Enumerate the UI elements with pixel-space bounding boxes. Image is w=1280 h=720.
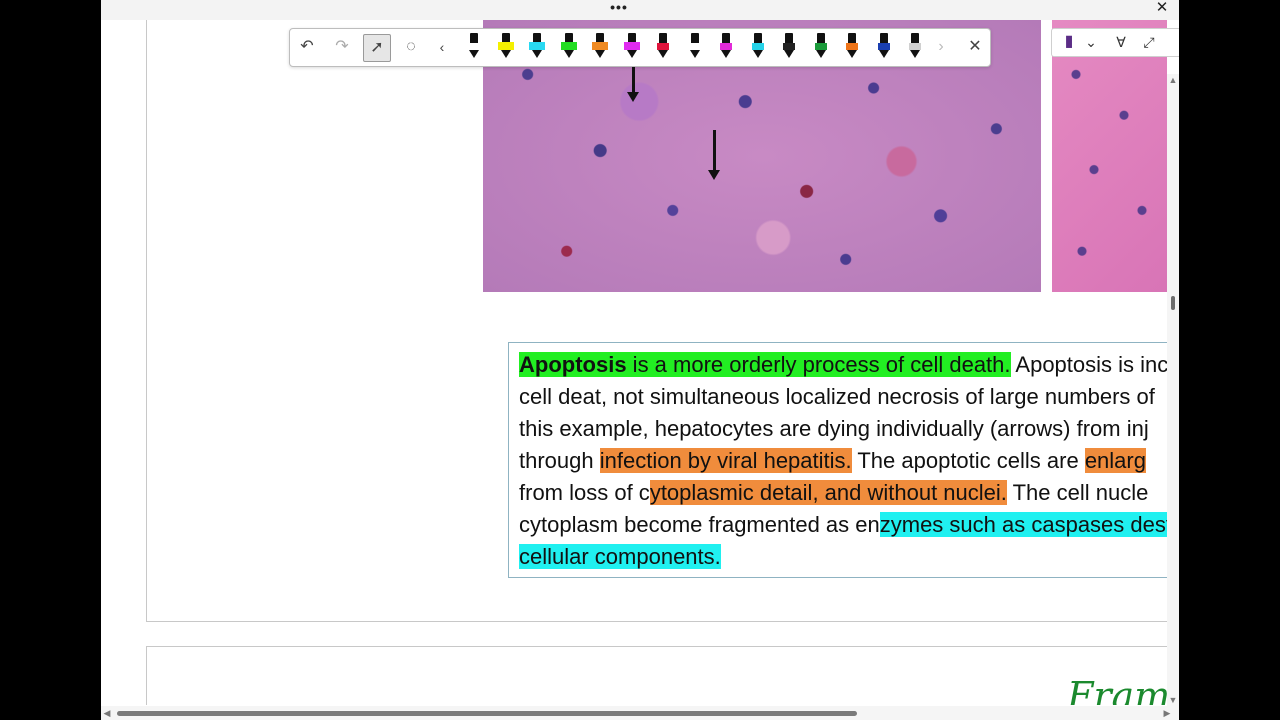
- highlighted-text: zymes such as caspases dest: [879, 512, 1167, 537]
- filter-icon[interactable]: ∀: [1109, 30, 1133, 54]
- text-line: this example, hepatocytes are dying indi…: [519, 413, 1167, 445]
- arrow-annotation: [708, 130, 720, 180]
- scroll-down-icon[interactable]: ▼: [1167, 694, 1179, 706]
- pen-cyan-icon[interactable]: [750, 33, 766, 61]
- scrollbar-thumb[interactable]: [1171, 296, 1175, 310]
- expand-icon[interactable]: ⤢: [1137, 30, 1161, 54]
- title-bar: ••• ✕: [101, 0, 1179, 20]
- highlighter-magenta-icon[interactable]: [623, 33, 640, 61]
- document-canvas[interactable]: Apoptosis is a more orderly process of c…: [101, 20, 1167, 705]
- scroll-up-icon[interactable]: ▲: [1167, 74, 1179, 86]
- highlighted-text: Apoptosis: [519, 352, 627, 377]
- notebook-icon[interactable]: ▮: [1057, 30, 1081, 54]
- text-line: cellular components.: [519, 541, 1167, 573]
- text-line: through infection by viral hepatitis. Th…: [519, 445, 1167, 477]
- pen-magenta-icon[interactable]: [718, 33, 734, 61]
- pen-dark-icon[interactable]: [781, 33, 797, 61]
- text-line: from loss of cytoplasmic detail, and wit…: [519, 477, 1167, 509]
- pen-eraser-icon[interactable]: [907, 33, 923, 61]
- text-line: cell deat, not simultaneous localized ne…: [519, 381, 1167, 413]
- pen-blue-icon[interactable]: [876, 33, 892, 61]
- app-window: ••• ✕ Apoptosis is a more orderly proces…: [101, 0, 1179, 720]
- pen-red-icon[interactable]: [655, 33, 671, 61]
- highlighted-text: is a more orderly process of cell death.: [626, 352, 1011, 377]
- scrollbar-thumb[interactable]: [117, 711, 857, 716]
- highlighter-green-icon[interactable]: [560, 33, 577, 61]
- text-box[interactable]: Apoptosis is a more orderly process of c…: [508, 342, 1167, 578]
- apoptosis-paragraph: Apoptosis is a more orderly process of c…: [519, 349, 1167, 573]
- drawing-toolbar: ↶ ↷ ➚ ◌ ‹ › ✕: [289, 28, 991, 67]
- page: [146, 646, 1167, 705]
- vertical-scrollbar[interactable]: ▲ ▼: [1167, 74, 1179, 706]
- highlighted-text: enlarg: [1084, 448, 1146, 473]
- undo-icon[interactable]: ↶: [294, 34, 320, 60]
- text-run: through: [519, 448, 600, 473]
- text-run: Apoptosis is inc: [1010, 352, 1167, 377]
- scroll-right-icon[interactable]: ›: [928, 34, 954, 60]
- pen-black-icon[interactable]: [466, 33, 482, 61]
- text-run: this example, hepatocytes are dying indi…: [519, 416, 1149, 441]
- text-run: cell deat, not simultaneous localized ne…: [519, 384, 1155, 409]
- pen-white-icon[interactable]: [687, 33, 703, 61]
- horizontal-scrollbar[interactable]: ◀ ▶: [101, 706, 1179, 720]
- pen-green-icon[interactable]: [813, 33, 829, 61]
- lasso-icon[interactable]: ◌: [398, 34, 424, 60]
- histology-image-comparison: [1052, 20, 1167, 292]
- pen-orange-icon[interactable]: [844, 33, 860, 61]
- highlighted-text: cellular components.: [519, 544, 721, 569]
- more-options-icon[interactable]: •••: [604, 0, 634, 18]
- chevron-down-icon[interactable]: ⌄: [1079, 30, 1103, 54]
- highlighted-text: ytoplasmic detail, and without nuclei.: [649, 480, 1007, 505]
- text-run: The cell nucle: [1006, 480, 1149, 505]
- highlighter-cyan-icon[interactable]: [529, 33, 545, 61]
- scroll-left-icon[interactable]: ‹: [429, 34, 455, 60]
- scroll-left-arrow-icon[interactable]: ◀: [101, 707, 113, 719]
- highlighter-yellow-icon[interactable]: [497, 33, 514, 61]
- close-window-button[interactable]: ✕: [1153, 0, 1171, 18]
- select-tool-button[interactable]: ➚: [363, 34, 391, 62]
- handwriting-ink: Frame: [1067, 674, 1167, 705]
- text-run: cytoplasm become fragmented as en: [519, 512, 880, 537]
- highlighter-orange-icon[interactable]: [592, 33, 608, 61]
- view-toolbar: ▮ ⌄ ∀ ⤢: [1051, 28, 1179, 57]
- redo-icon[interactable]: ↷: [329, 34, 355, 60]
- scroll-right-arrow-icon[interactable]: ▶: [1161, 707, 1173, 719]
- text-run: The apoptotic cells are: [851, 448, 1085, 473]
- highlighted-text: infection by viral hepatitis.: [599, 448, 852, 473]
- text-line: cytoplasm become fragmented as enzymes s…: [519, 509, 1167, 541]
- text-run: from loss of c: [519, 480, 650, 505]
- text-line: Apoptosis is a more orderly process of c…: [519, 349, 1167, 381]
- close-toolbar-button[interactable]: ✕: [962, 34, 988, 60]
